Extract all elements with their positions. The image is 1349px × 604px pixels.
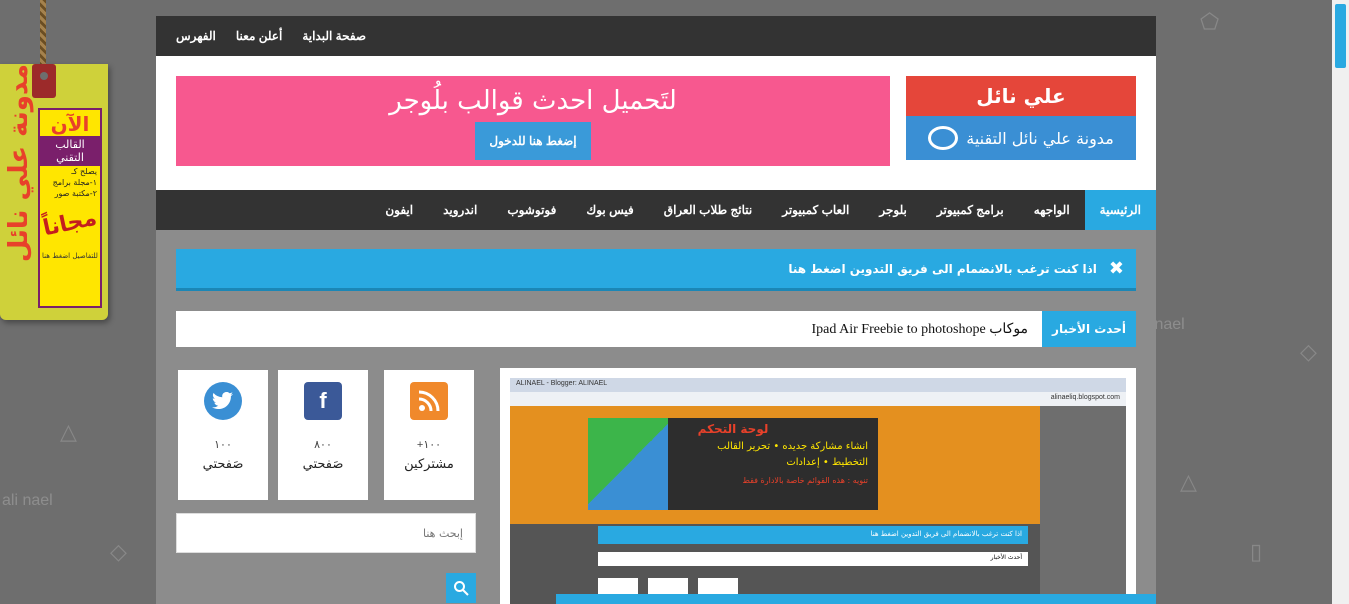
nav-item-iraq-results[interactable]: نتائج طلاب العراق	[649, 190, 767, 230]
site-logo[interactable]: علي نائل مدونة علي نائل التقنية	[906, 76, 1136, 160]
topbar-link-index[interactable]: الفهرس	[176, 29, 216, 43]
tag-now-text: الآن	[50, 112, 90, 136]
tag-line: ٢-مكتبة صور	[54, 189, 97, 198]
social-box-rss[interactable]: +١٠٠ مشتركين	[384, 370, 474, 500]
search-input[interactable]	[177, 514, 475, 552]
logo-title: علي نائل	[906, 76, 1136, 116]
preview-orange-panel: لوحة التحكم انشاء مشاركة جديده • تحرير ا…	[510, 406, 1040, 524]
preview-notice-bar: اذا كنت ترغب بالانضمام الى فريق التدوين …	[598, 526, 1028, 544]
tag-vertical-text: مدونة علي نائل	[4, 64, 34, 263]
tag-card-title: القالب التقني	[40, 136, 100, 166]
social-label: صَفحتي	[302, 457, 344, 472]
doodle-shape: △	[60, 420, 77, 445]
ticker-headline[interactable]: موكاب Ipad Air Freebie to photoshope	[812, 321, 1043, 338]
watermark-text: ali nael	[2, 492, 53, 509]
doodle-shape: △	[1180, 470, 1197, 495]
ticker-headline-arabic: موكاب	[989, 321, 1029, 337]
doodle-shape: ◇	[1300, 340, 1317, 365]
ticker-label: أحدث الأخبار	[1042, 311, 1136, 347]
social-box-facebook[interactable]: f ٨٠٠ صَفحتي	[278, 370, 368, 500]
site-header: علي نائل مدونة علي نائل التقنية لتَحميل …	[156, 56, 1156, 190]
tag-free-text: مجاناً	[40, 205, 100, 242]
download-banner: لتَحميل احدث قوالب بلُوجر إضغط هنا للدخو…	[176, 76, 890, 166]
nav-item-android[interactable]: اندرويد	[428, 190, 492, 230]
tag-card: الآن القالب التقني يصلح كـ ١-مجلة برامج …	[38, 108, 102, 308]
main-nav: الرئيسية الواجهه برامج كمبيوتر بلوجر الع…	[156, 190, 1156, 230]
close-icon[interactable]: ✖	[1109, 258, 1124, 279]
page-container: صفحة البداية أعلن معنا الفهرس علي نائل م…	[156, 16, 1156, 604]
nav-item-facebook[interactable]: فيس بوك	[571, 190, 648, 230]
nav-item-pc-games[interactable]: العاب كمبيوتر	[767, 190, 864, 230]
doodle-shape: ⬠	[1200, 10, 1220, 35]
preview-right-strip	[1040, 406, 1126, 604]
scrollbar-thumb[interactable]	[1335, 4, 1346, 68]
banner-enter-button[interactable]: إضغط هنا للدخول	[475, 122, 591, 160]
preview-panel-graphic	[588, 418, 668, 510]
preview-control-panel: لوحة التحكم انشاء مشاركة جديده • تحرير ا…	[588, 418, 878, 510]
tag-hole	[32, 64, 56, 98]
logo-mark-icon	[928, 126, 959, 150]
nav-item-pc-software[interactable]: برامج كمبيوتر	[922, 190, 1019, 230]
social-label: صَفحتي	[202, 457, 244, 472]
social-box-twitter[interactable]: ١٠٠ صَفحتي	[178, 370, 268, 500]
nav-item-blogger[interactable]: بلوجر	[864, 190, 922, 230]
nav-item-iphone[interactable]: ايفون	[370, 190, 428, 230]
facebook-icon: f	[304, 382, 342, 420]
notice-text[interactable]: اذا كنت ترغب بالانضمام الى فريق التدوين …	[788, 262, 1097, 276]
nav-item-photoshop[interactable]: فوتوشوب	[492, 190, 571, 230]
social-count: ٨٠٠	[314, 439, 332, 451]
side-promo-tag[interactable]: مدونة علي نائل الآن القالب التقني يصلح ك…	[0, 64, 108, 320]
hanging-string	[40, 0, 46, 70]
search-icon	[454, 581, 469, 596]
topbar-link-advertise[interactable]: أعلن معنا	[236, 29, 282, 43]
tag-details-text: للتفاصيل اضغط هنا	[42, 252, 98, 260]
ticker-headline-latin: Ipad Air Freebie to photoshope	[811, 321, 986, 337]
bottom-accent-strip	[556, 594, 1156, 604]
doodle-shape: ◇	[110, 540, 127, 565]
news-ticker: أحدث الأخبار موكاب Ipad Air Freebie to p…	[176, 311, 1136, 347]
tag-line: ١-مجلة برامج	[52, 178, 97, 187]
top-bar: صفحة البداية أعلن معنا الفهرس	[156, 16, 1156, 56]
preview-ticker: أحدث الأخبار	[598, 552, 1028, 566]
logo-subtitle-row: مدونة علي نائل التقنية	[906, 116, 1136, 160]
page-scrollbar[interactable]	[1332, 0, 1349, 604]
post-screenshot: ALINAEL - Blogger: ALINAEL alinaeliq.blo…	[510, 378, 1126, 604]
preview-url: alinaeliq.blogspot.com	[510, 392, 1126, 406]
twitter-icon	[204, 382, 242, 420]
preview-browser-tabs: ALINAEL - Blogger: ALINAEL	[510, 378, 1126, 392]
social-label: مشتركين	[404, 457, 454, 472]
join-notice-bar[interactable]: ✖ اذا كنت ترغب بالانضمام الى فريق التدوي…	[176, 249, 1136, 291]
search-button[interactable]	[446, 573, 476, 603]
search-box	[176, 513, 476, 553]
tag-line: يصلح كـ	[71, 167, 97, 176]
logo-subtitle: مدونة علي نائل التقنية	[966, 128, 1114, 148]
featured-post-image[interactable]: ALINAEL - Blogger: ALINAEL alinaeliq.blo…	[500, 368, 1136, 604]
topbar-link-home[interactable]: صفحة البداية	[302, 29, 366, 43]
nav-item-frontpage[interactable]: الواجهه	[1019, 190, 1085, 230]
nav-item-home[interactable]: الرئيسية	[1084, 190, 1156, 230]
social-count: ١٠٠	[214, 439, 232, 451]
social-count: +١٠٠	[416, 439, 442, 451]
doodle-shape: ▯	[1250, 540, 1263, 565]
banner-title: لتَحميل احدث قوالب بلُوجر	[389, 86, 677, 116]
rss-icon	[410, 382, 448, 420]
